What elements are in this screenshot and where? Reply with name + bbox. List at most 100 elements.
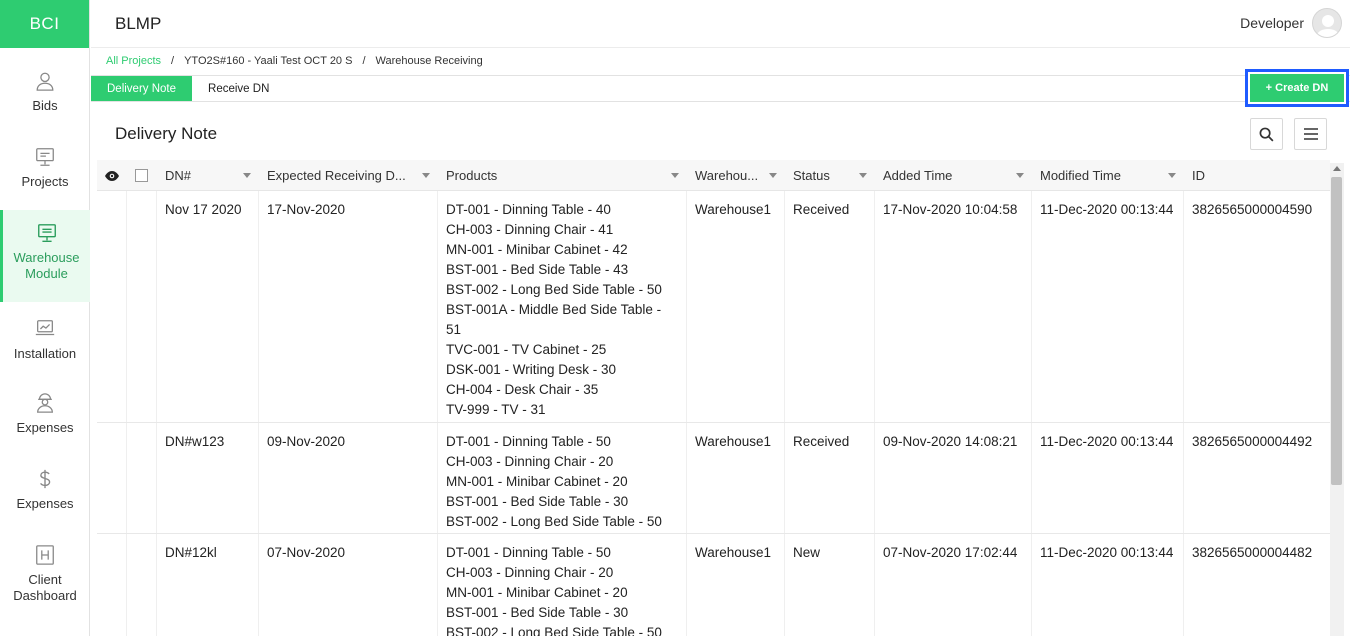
table-scrollbar[interactable]	[1330, 163, 1344, 636]
cell-products: DT-001 - Dinning Table - 40 CH-003 - Din…	[438, 191, 687, 422]
product-line: BST-001A - Middle Bed Side Table -	[446, 302, 662, 317]
table-row[interactable]: DN#12kl 07-Nov-2020 DT-001 - Dinning Tab…	[97, 534, 1330, 636]
user-menu[interactable]: Developer	[1240, 8, 1342, 38]
column-header-label: DN#	[165, 168, 192, 183]
row-select-cell	[127, 423, 157, 533]
table-header: DN# Expected Receiving D... Products War…	[97, 160, 1330, 191]
cell-id: 3826565000004492	[1192, 434, 1313, 449]
cell-id: 3826565000004590	[1192, 202, 1313, 217]
product-line: CH-004 - Desk Chair - 35	[446, 382, 599, 397]
worker-icon	[37, 393, 53, 413]
sort-caret-icon[interactable]	[1016, 173, 1024, 178]
column-header-status[interactable]: Status	[785, 160, 875, 191]
installation-icon	[35, 320, 55, 336]
product-line: TV-999 - TV - 31	[446, 402, 546, 417]
table-row[interactable]: Nov 17 2020 17-Nov-2020 DT-001 - Dinning…	[97, 191, 1330, 423]
dollar-icon	[40, 469, 51, 489]
cell-status: Received	[785, 191, 875, 422]
sidebar-item-label: Expenses	[16, 496, 74, 511]
page-title: Delivery Note	[115, 124, 218, 143]
column-header-label: Warehou...	[695, 168, 759, 183]
product-line: MN-001 - Minibar Cabinet - 20	[446, 585, 628, 600]
row-select-cell	[127, 191, 157, 422]
column-header-modified-time[interactable]: Modified Time	[1032, 160, 1184, 191]
breadcrumb-all-projects[interactable]: All Projects	[106, 55, 161, 67]
sort-caret-icon[interactable]	[859, 173, 867, 178]
avatar-icon	[1316, 15, 1340, 37]
table-row[interactable]: DN#w123 09-Nov-2020 DT-001 - Dinning Tab…	[97, 423, 1330, 534]
column-header-added-time[interactable]: Added Time	[875, 160, 1032, 191]
select-all-checkbox[interactable]	[135, 169, 148, 182]
product-line: CH-003 - Dinning Chair - 41	[446, 222, 614, 237]
cell-modified-time: 11-Dec-2020 00:13:44	[1032, 191, 1184, 422]
cell-dn[interactable]: DN#w123	[157, 423, 259, 533]
scrollbar-thumb[interactable]	[1331, 177, 1342, 485]
avatar[interactable]	[1312, 8, 1342, 38]
sidebar: BCI Bids Projects Warehouse Module Insta…	[0, 0, 90, 636]
column-header-label: Products	[446, 168, 498, 183]
cell-products: DT-001 - Dinning Table - 50 CH-003 - Din…	[438, 423, 687, 533]
column-header-label: Added Time	[883, 168, 953, 183]
menu-button[interactable]	[1294, 118, 1327, 150]
brand-logo[interactable]: BCI	[0, 0, 89, 48]
column-header-products[interactable]: Products	[438, 160, 687, 191]
product-line: DT-001 - Dinning Table - 50	[446, 545, 611, 560]
dashboard-h-icon	[36, 545, 54, 565]
cell-warehouse: Warehouse1	[687, 191, 785, 422]
product-line: MN-001 - Minibar Cabinet - 20	[446, 474, 628, 489]
cell-dn[interactable]: Nov 17 2020	[157, 191, 259, 422]
cell-status: Received	[785, 423, 875, 533]
user-name: Developer	[1240, 15, 1304, 31]
cell-added-time: 07-Nov-2020 17:02:44	[875, 534, 1032, 636]
scroll-up-arrow-icon[interactable]	[1333, 166, 1341, 171]
product-line: BST-002 - Long Bed Side Table - 50	[446, 514, 662, 529]
sidebar-item-bids[interactable]: Bids	[0, 70, 90, 130]
breadcrumb-project[interactable]: YTO2S#160 - Yaali Test OCT 20 S	[184, 55, 352, 67]
product-line: BST-001 - Bed Side Table - 30	[446, 494, 629, 509]
sidebar-item-expenses-dollar[interactable]: Expenses	[0, 468, 90, 528]
cell-modified-time: 11-Dec-2020 00:13:44	[1032, 423, 1184, 533]
sidebar-item-label: Client Dashboard	[13, 572, 77, 603]
sidebar-item-client-dashboard[interactable]: Client Dashboard	[0, 544, 90, 614]
column-header-id[interactable]: ID	[1184, 160, 1330, 191]
sidebar-item-installation[interactable]: Installation	[0, 318, 90, 378]
product-line: BST-002 - Long Bed Side Table - 50	[446, 625, 662, 636]
monitor-icon	[36, 148, 54, 166]
warehouse-monitor-icon	[37, 224, 56, 242]
tab-receive-dn[interactable]: Receive DN	[192, 76, 285, 101]
cell-warehouse: Warehouse1	[687, 534, 785, 636]
sidebar-item-label: Warehouse Module	[13, 250, 80, 281]
cell-dn[interactable]: DN#12kl	[157, 534, 259, 636]
product-line: BST-001 - Bed Side Table - 43	[446, 262, 629, 277]
person-icon	[36, 72, 54, 91]
search-icon	[1259, 127, 1274, 141]
search-button[interactable]	[1250, 118, 1283, 150]
cell-expected-date: 17-Nov-2020	[259, 191, 438, 422]
sidebar-item-projects[interactable]: Projects	[0, 146, 90, 206]
sort-caret-icon[interactable]	[671, 173, 679, 178]
sidebar-item-label: Projects	[21, 174, 69, 189]
column-header-dn[interactable]: DN#	[157, 160, 259, 191]
product-line: DT-001 - Dinning Table - 50	[446, 434, 611, 449]
sidebar-item-expenses[interactable]: Expenses	[0, 392, 90, 452]
sort-caret-icon[interactable]	[422, 173, 430, 178]
sort-caret-icon[interactable]	[1168, 173, 1176, 178]
cell-expected-date: 09-Nov-2020	[259, 423, 438, 533]
product-line: MN-001 - Minibar Cabinet - 42	[446, 242, 628, 257]
product-line: CH-003 - Dinning Chair - 20	[446, 565, 614, 580]
tab-delivery-note[interactable]: Delivery Note	[91, 76, 193, 101]
product-line: BST-001 - Bed Side Table - 30	[446, 605, 629, 620]
create-dn-button[interactable]: + Create DN	[1250, 74, 1344, 102]
column-header-warehouse[interactable]: Warehou...	[687, 160, 785, 191]
row-visibility-cell	[97, 191, 127, 422]
sidebar-item-warehouse-module[interactable]: Warehouse Module	[0, 210, 90, 302]
delivery-note-table: DN# Expected Receiving D... Products War…	[97, 160, 1330, 636]
sidebar-item-label: Expenses	[16, 420, 74, 435]
column-header-expected-receiving-date[interactable]: Expected Receiving D...	[259, 160, 438, 191]
sort-caret-icon[interactable]	[243, 173, 251, 178]
app-title: BLMP	[115, 13, 162, 33]
visibility-column-header[interactable]	[97, 160, 127, 191]
sort-caret-icon[interactable]	[769, 173, 777, 178]
cell-modified-time: 11-Dec-2020 00:13:44	[1032, 534, 1184, 636]
cell-products: DT-001 - Dinning Table - 50 CH-003 - Din…	[438, 534, 687, 636]
